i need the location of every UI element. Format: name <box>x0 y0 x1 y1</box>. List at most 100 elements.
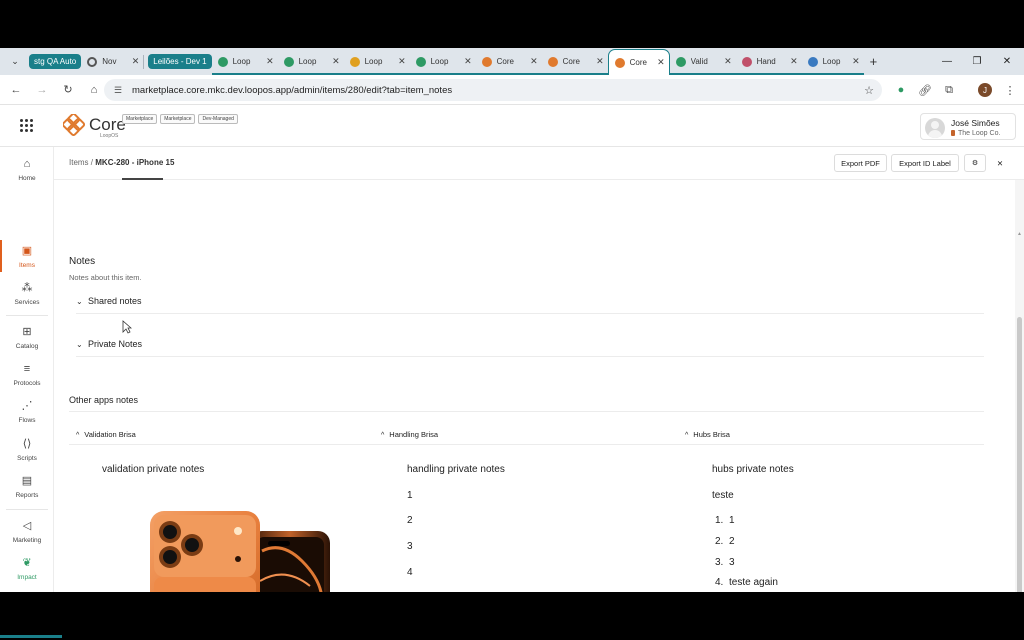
hubs-list-item: 4. teste again <box>715 577 778 588</box>
gear-icon: ⚙ <box>971 160 979 167</box>
close-button[interactable]: ✕ <box>989 154 1011 172</box>
handling-note-line: 4 <box>407 567 413 578</box>
sidebar-item-services[interactable]: ⁂ Services <box>0 281 54 317</box>
tab-group-leiloes-dev-1[interactable]: Leilões - Dev 1 <box>148 54 212 69</box>
browser-tab[interactable]: Loop ✕ <box>277 48 344 75</box>
sidebar-item-reports[interactable]: ▤ Reports <box>0 474 54 510</box>
sidebar-item-scripts[interactable]: ⟨⟩ Scripts <box>0 437 54 473</box>
user-avatar <box>925 118 945 138</box>
cubes-icon: ⁂ <box>21 282 33 294</box>
settings-gear-button[interactable]: ⚙ <box>964 154 986 172</box>
close-tab-icon[interactable]: ✕ <box>132 56 140 67</box>
box-icon: ▣ <box>21 245 33 257</box>
sidebar-item-protocols[interactable]: ≡ Protocols <box>0 362 54 398</box>
browser-menu-icon[interactable]: ⋮ <box>1002 82 1018 98</box>
extension-green-icon[interactable]: ● <box>893 82 909 98</box>
handling-brisa-toggle[interactable]: ^ Handling Brisa <box>381 430 438 439</box>
extensions-puzzle-icon[interactable]: ⧉ <box>941 82 957 98</box>
scroll-up-arrow-icon[interactable]: ▲ <box>1017 231 1022 237</box>
hubs-notes-heading: hubs private notes <box>712 464 794 475</box>
core-favicon-icon <box>547 56 558 67</box>
shared-notes-toggle[interactable]: ⌄ Shared notes <box>76 294 984 314</box>
hubs-list-item: 3. 3 <box>715 557 735 568</box>
breadcrumb-items-link[interactable]: Items <box>69 158 89 167</box>
app-launcher-grid-icon[interactable] <box>20 119 33 132</box>
sidebar-item-home[interactable]: ⌂ Home <box>0 157 54 193</box>
tab-search-chevron-icon[interactable]: ⌄ <box>5 52 25 72</box>
user-name: José Simões <box>951 118 1000 128</box>
close-tab-icon[interactable]: ✕ <box>852 56 860 67</box>
browser-toolbar: ← → ↻ ⌂ ☰ marketplace.core.mkc.dev.loopo… <box>0 75 1024 105</box>
core-favicon-icon <box>614 57 625 68</box>
url-text[interactable]: marketplace.core.mkc.dev.loopos.app/admi… <box>132 85 452 96</box>
tab-group-stg-qa-auto[interactable]: stg QA Auto <box>29 54 82 69</box>
loop-favicon-icon <box>807 56 818 67</box>
browser-tab[interactable]: Core ✕ <box>475 48 542 75</box>
new-tab-plus-icon[interactable]: + <box>870 54 878 69</box>
link-icon[interactable]: 🔗︎ <box>917 82 933 98</box>
sidebar: ⌂ Home ▣ Items ⁂ Services ⊞ Catalog ≡ Pr… <box>0 147 54 592</box>
notes-subtitle: Notes about this item. <box>69 273 142 282</box>
minimize-icon[interactable]: — <box>932 48 962 75</box>
sidebar-item-items[interactable]: ▣ Items <box>0 240 54 280</box>
sidebar-item-marketing[interactable]: ◁ Marketing <box>0 519 54 555</box>
active-tab-indicator <box>122 178 163 180</box>
core-favicon-icon <box>481 56 492 67</box>
handling-note-line: 2 <box>407 515 413 526</box>
scrollbar-thumb[interactable] <box>1017 317 1022 592</box>
app-header: Core LoopOS Marketplace Marketplace Dev-… <box>0 105 1024 147</box>
browser-tab[interactable]: Valid ✕ <box>669 48 736 75</box>
handling-note-line: 1 <box>407 490 413 501</box>
validation-notes-heading: validation private notes <box>102 464 205 475</box>
hubs-note-intro: teste <box>712 490 734 501</box>
export-pdf-button[interactable]: Export PDF <box>834 154 887 172</box>
bookmark-star-icon[interactable]: ☆ <box>864 84 874 97</box>
env-badge: Marketplace <box>160 114 196 124</box>
sidebar-item-catalog[interactable]: ⊞ Catalog <box>0 325 54 361</box>
home-browser-icon[interactable]: ⌂ <box>82 78 106 102</box>
restore-icon[interactable]: ❐ <box>962 48 992 75</box>
close-tab-icon[interactable]: ✕ <box>790 56 798 67</box>
close-tab-icon[interactable]: ✕ <box>398 56 406 67</box>
close-tab-icon[interactable]: ✕ <box>332 56 340 67</box>
sidebar-item-flows[interactable]: ⋰ Flows <box>0 399 54 435</box>
hand-favicon-icon <box>741 56 752 67</box>
breadcrumb-current: MKC-280 - iPhone 15 <box>95 158 175 167</box>
back-arrow-icon[interactable]: ← <box>4 78 28 102</box>
app-logo-text: Core <box>89 115 126 134</box>
browser-tab[interactable]: Loop ✕ <box>211 48 278 75</box>
private-notes-toggle[interactable]: ⌄ Private Notes <box>76 337 984 357</box>
close-tab-icon[interactable]: ✕ <box>596 56 604 67</box>
code-icon: ⟨⟩ <box>22 438 32 450</box>
notes-title: Notes <box>69 256 96 267</box>
site-settings-icon[interactable]: ☰ <box>110 85 126 96</box>
browser-window: ⌄ stg QA Auto Nov ✕ Leilões - Dev 1 Loop… <box>0 48 1024 592</box>
hubs-brisa-toggle[interactable]: ^ Hubs Brisa <box>685 430 730 439</box>
reload-icon[interactable]: ↻ <box>56 78 80 102</box>
handling-notes-heading: handling private notes <box>407 464 505 475</box>
environment-badges: Marketplace Marketplace Dev-Managed <box>122 114 238 124</box>
close-window-icon[interactable]: ✕ <box>992 48 1022 75</box>
tab-strip: ⌄ stg QA Auto Nov ✕ Leilões - Dev 1 Loop… <box>0 48 1024 75</box>
browser-tab[interactable]: Loop ✕ <box>801 48 864 75</box>
address-bar[interactable]: ☰ marketplace.core.mkc.dev.loopos.app/ad… <box>104 79 882 101</box>
close-tab-icon[interactable]: ✕ <box>657 57 665 68</box>
close-tab-icon[interactable]: ✕ <box>266 56 274 67</box>
browser-tab-active[interactable]: Core ✕ <box>607 49 670 75</box>
check-favicon-icon <box>675 56 686 67</box>
forward-arrow-icon[interactable]: → <box>30 78 54 102</box>
browser-tab[interactable]: Loop ✕ <box>409 48 476 75</box>
profile-avatar-icon[interactable]: J <box>977 82 993 98</box>
validation-brisa-toggle[interactable]: ^ Validation Brisa <box>76 430 136 439</box>
browser-tab[interactable]: Core ✕ <box>541 48 608 75</box>
browser-tab[interactable]: Nov ✕ <box>81 48 143 75</box>
browser-tab[interactable]: Hand ✕ <box>735 48 802 75</box>
taskbar-indicator <box>0 635 62 638</box>
close-tab-icon[interactable]: ✕ <box>464 56 472 67</box>
sidebar-item-impact[interactable]: ❦ Impact <box>0 556 54 592</box>
close-tab-icon[interactable]: ✕ <box>724 56 732 67</box>
close-tab-icon[interactable]: ✕ <box>530 56 538 67</box>
browser-tab[interactable]: Loop ✕ <box>343 48 410 75</box>
user-menu[interactable]: José Simões The Loop Co. <box>920 113 1016 140</box>
export-id-label-button[interactable]: Export ID Label <box>891 154 959 172</box>
